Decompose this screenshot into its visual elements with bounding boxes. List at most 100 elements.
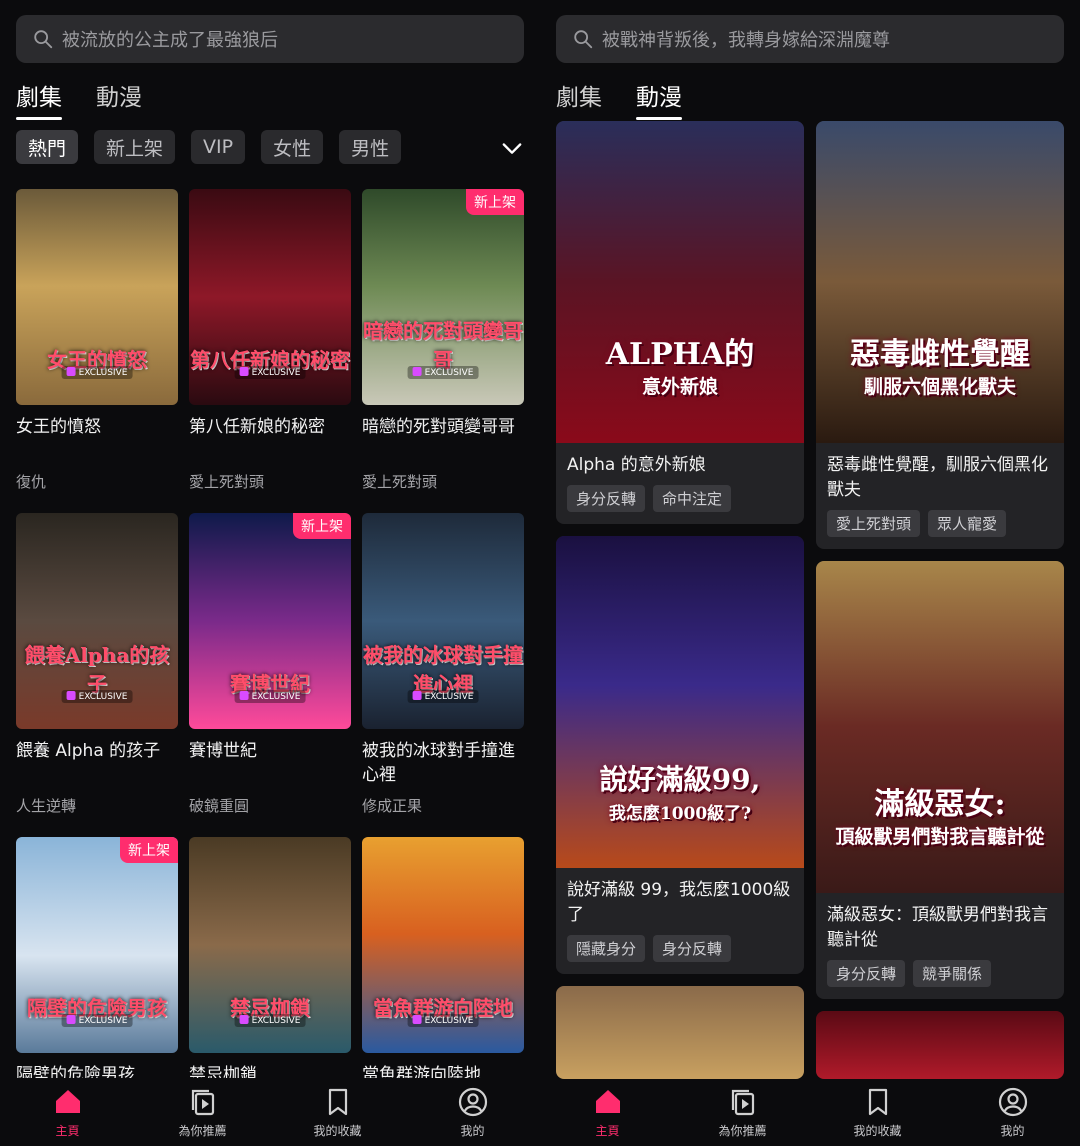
tag-list: 隱藏身分 身分反轉 (567, 935, 794, 962)
search-placeholder: 被流放的公主成了最強狼后 (62, 30, 278, 51)
poster-image: 被我的冰球對手撞進心裡 EXCLUSIVE (362, 513, 524, 729)
tab-drama[interactable]: 劇集 (556, 78, 602, 120)
nav-home[interactable]: 主頁 (540, 1078, 675, 1146)
chip-female[interactable]: 女性 (261, 130, 324, 164)
poster-title: ALPHA的 (605, 337, 755, 372)
tag-chip[interactable]: 身分反轉 (567, 485, 646, 512)
anime-card[interactable]: ALPHA的意外新娘 Alpha 的意外新娘身分反轉 命中注定 (556, 121, 804, 524)
drama-card[interactable]: 當魚群游向陸地 EXCLUSIVE 當魚群游向陸地 (362, 837, 524, 1119)
search-bar[interactable]: 被流放的公主成了最強狼后 (16, 15, 524, 63)
tag-chip[interactable]: 眾人寵愛 (928, 510, 1007, 537)
anime-card[interactable] (816, 1011, 1064, 1079)
drama-title: 被我的冰球對手撞進心裡 (362, 741, 515, 785)
tag-chip[interactable]: 競爭關係 (913, 960, 992, 987)
chip-new[interactable]: 新上架 (94, 130, 176, 164)
anime-title: Alpha 的意外新娘 (567, 455, 706, 475)
poster-image: 第八任新娘的秘密 EXCLUSIVE (189, 189, 351, 405)
tag-list: 身分反轉 競爭關係 (827, 960, 1054, 987)
tag-chip[interactable]: 身分反轉 (653, 935, 732, 962)
tag-list: 愛上死對頭 眾人寵愛 (827, 510, 1054, 537)
exclusive-badge: EXCLUSIVE (407, 366, 479, 379)
tag-chip[interactable]: 愛上死對頭 (827, 510, 921, 537)
chip-male[interactable]: 男性 (339, 130, 402, 164)
poster-subtitle: 馴服六個黑化獸夫 (863, 376, 1016, 398)
exclusive-badge: EXCLUSIVE (234, 690, 306, 703)
tab-anime[interactable]: 動漫 (636, 78, 682, 120)
exclusive-badge: EXCLUSIVE (407, 690, 479, 703)
poster-image: 新上架 賽博世紀 EXCLUSIVE (189, 513, 351, 729)
drama-title: 第八任新娘的秘密 (189, 417, 325, 437)
new-badge: 新上架 (293, 513, 351, 539)
exclusive-badge: EXCLUSIVE (234, 1014, 306, 1027)
nav-home[interactable]: 主頁 (0, 1078, 135, 1146)
nav-recommend[interactable]: 為你推薦 (135, 1078, 270, 1146)
category-tabs: 劇集 動漫 (556, 78, 682, 120)
drama-card[interactable]: 餵養Alpha的孩子 EXCLUSIVE 餵養 Alpha 的孩子 人生逆轉 (16, 513, 178, 816)
search-placeholder: 被戰神背叛後，我轉身嫁給深淵魔尊 (602, 30, 890, 51)
exclusive-badge: EXCLUSIVE (407, 1014, 479, 1027)
drama-card[interactable]: 新上架 暗戀的死對頭變哥哥 EXCLUSIVE 暗戀的死對頭變哥哥 愛上死對頭 (362, 189, 524, 492)
nav-label: 主頁 (55, 1124, 80, 1138)
poster-image: 禁忌枷鎖 EXCLUSIVE (189, 837, 351, 1053)
tag-chip[interactable]: 隱藏身分 (567, 935, 646, 962)
home-icon (595, 1090, 620, 1113)
drama-genre: 復仇 (16, 473, 47, 491)
tab-drama[interactable]: 劇集 (16, 78, 62, 120)
exclusive-badge: EXCLUSIVE (234, 366, 306, 379)
nav-profile[interactable]: 我的 (945, 1078, 1080, 1146)
drama-card[interactable]: 女王的憤怒 EXCLUSIVE 女王的憤怒 復仇 (16, 189, 178, 492)
poster-title: 暗戀的死對頭變哥哥 (363, 319, 523, 372)
chip-hot[interactable]: 熱門 (16, 130, 79, 164)
drama-title: 女王的憤怒 (16, 417, 101, 437)
nav-favorites[interactable]: 我的收藏 (270, 1078, 405, 1146)
chevron-down-icon[interactable] (498, 134, 526, 162)
anime-card[interactable]: 惡毒雌性覺醒 馴服六個黑化獸夫 惡毒雌性覺醒，馴服六個黑化獸夫 愛上死對頭 眾人寵愛 (816, 121, 1064, 549)
drama-card[interactable]: 新上架 隔壁的危險男孩 EXCLUSIVE 隔壁的危險男孩 (16, 837, 178, 1119)
poster-image: 餵養Alpha的孩子 EXCLUSIVE (16, 513, 178, 729)
tab-anime[interactable]: 動漫 (96, 78, 142, 120)
drama-card[interactable]: 新上架 賽博世紀 EXCLUSIVE 賽博世紀 破鏡重圓 (189, 513, 351, 816)
anime-card[interactable]: 滿級惡女: 頂級獸男們對我言聽計從 滿級惡女：頂級獸男們對我言聽計從 身分反轉 競爭關係 (816, 561, 1064, 999)
tag-chip[interactable]: 身分反轉 (827, 960, 906, 987)
nav-profile[interactable]: 我的 (405, 1078, 540, 1146)
nav-label: 為你推薦 (718, 1124, 767, 1138)
video-library-icon (191, 1089, 214, 1116)
anime-title: 說好滿級 99，我怎麼1000級了 (567, 880, 791, 925)
poster-subtitle: 頂級獸男們對我言聽計從 (835, 826, 1045, 848)
poster-title: 惡毒雌性覺醒 (850, 337, 1030, 372)
poster-subtitle: 意外新娘 (641, 376, 718, 398)
drama-genre: 人生逆轉 (16, 797, 77, 815)
poster-image: 說好滿級99, 我怎麼1000級了? (556, 536, 804, 868)
user-icon (458, 1087, 487, 1117)
bookmark-icon (328, 1088, 347, 1116)
nav-label: 主頁 (595, 1124, 620, 1138)
drama-genre: 破鏡重圓 (189, 797, 250, 815)
home-icon (55, 1090, 80, 1113)
exclusive-badge: EXCLUSIVE (61, 690, 133, 703)
video-library-icon (731, 1089, 754, 1116)
drama-card[interactable]: 第八任新娘的秘密 EXCLUSIVE 第八任新娘的秘密 愛上死對頭 (189, 189, 351, 492)
poster-image: 惡毒雌性覺醒馴服六個黑化獸夫 (816, 121, 1064, 443)
anime-card[interactable] (556, 986, 804, 1079)
bookmark-icon (868, 1088, 887, 1116)
poster-image: 滿級惡女: 頂級獸男們對我言聽計從 (816, 561, 1064, 893)
nav-label: 我的收藏 (313, 1124, 362, 1138)
category-tabs: 劇集 動漫 (16, 78, 142, 120)
drama-genre: 愛上死對頭 (362, 473, 438, 491)
exclusive-badge: EXCLUSIVE (61, 1014, 133, 1027)
nav-favorites[interactable]: 我的收藏 (810, 1078, 945, 1146)
drama-card[interactable]: 禁忌枷鎖 EXCLUSIVE 禁忌枷鎖 (189, 837, 351, 1119)
poster-title: 滿級惡女: (874, 787, 1006, 822)
drama-title: 餵養 Alpha 的孩子 (16, 741, 161, 761)
chip-vip[interactable]: VIP (191, 130, 246, 164)
tag-chip[interactable]: 命中注定 (653, 485, 732, 512)
anime-card[interactable]: 說好滿級99, 我怎麼1000級了? 說好滿級 99，我怎麼1000級了隱藏身分 身分… (556, 536, 804, 974)
drama-card[interactable]: 被我的冰球對手撞進心裡 EXCLUSIVE 被我的冰球對手撞進心裡 修成正果 (362, 513, 524, 816)
search-bar[interactable]: 被戰神背叛後，我轉身嫁給深淵魔尊 (556, 15, 1064, 63)
nav-label: 我的 (1000, 1124, 1025, 1138)
poster-title: 被我的冰球對手撞進心裡 (363, 643, 523, 696)
new-badge: 新上架 (466, 189, 524, 215)
nav-label: 為你推薦 (178, 1124, 227, 1138)
nav-recommend[interactable]: 為你推薦 (675, 1078, 810, 1146)
bottom-nav: 主頁 為你推薦 我的收藏 我的 (0, 1078, 540, 1146)
